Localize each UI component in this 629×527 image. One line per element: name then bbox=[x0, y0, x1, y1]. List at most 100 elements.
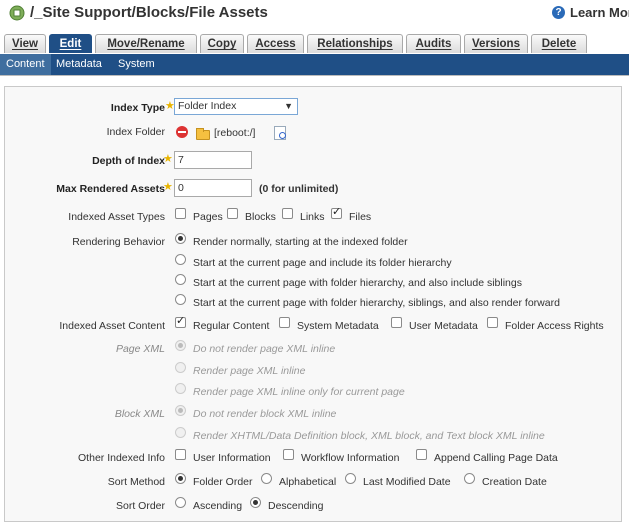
radio-render-block-xml-label: Render XHTML/Data Definition block, XML … bbox=[193, 430, 545, 442]
radio-last-modified-label: Last Modified Date bbox=[363, 476, 451, 488]
checkbox-system-metadata-label: System Metadata bbox=[297, 320, 379, 332]
radio-render-forward[interactable] bbox=[175, 294, 186, 305]
content-form: Index Type ★ Folder Index ▼ Index Folder … bbox=[4, 86, 622, 522]
block-xml-label: Block XML bbox=[114, 408, 165, 420]
asset-types-row: Indexed Asset Types Pages Blocks Links F… bbox=[5, 205, 623, 227]
depth-label: Depth of Index bbox=[92, 155, 165, 167]
radio-include-siblings-label: Start at the current page with folder hi… bbox=[193, 277, 522, 289]
tab-view[interactable]: View bbox=[4, 34, 46, 53]
radio-page-xml-inline[interactable] bbox=[175, 362, 186, 373]
radio-last-modified[interactable] bbox=[345, 473, 356, 484]
radio-folder-order[interactable] bbox=[175, 473, 186, 484]
required-star-icon: ★ bbox=[163, 181, 173, 193]
radio-page-xml-inline-label: Render page XML inline bbox=[193, 365, 306, 377]
radio-alphabetical-label: Alphabetical bbox=[279, 476, 337, 488]
radio-descending-label: Descending bbox=[268, 500, 324, 512]
sort-order-label: Sort Order bbox=[115, 500, 165, 512]
checkbox-files[interactable] bbox=[331, 205, 342, 219]
radio-render-block-xml[interactable] bbox=[175, 427, 186, 438]
tab-access[interactable]: Access bbox=[247, 34, 304, 53]
radio-creation-date[interactable] bbox=[464, 473, 475, 484]
block-icon bbox=[9, 5, 25, 21]
checkbox-workflow-information[interactable] bbox=[283, 449, 294, 460]
checkbox-links[interactable] bbox=[282, 208, 293, 219]
rendering-behavior-label: Rendering Behavior bbox=[72, 236, 165, 248]
sort-order-row: Sort Order Ascending Descending bbox=[5, 496, 623, 516]
other-info-label: Other Indexed Info bbox=[78, 452, 165, 464]
sort-method-label: Sort Method bbox=[107, 476, 165, 488]
checkbox-user-information[interactable] bbox=[175, 449, 186, 460]
page-title: /_Site Support/Blocks/File Assets bbox=[30, 4, 268, 21]
tab-audits[interactable]: Audits bbox=[406, 34, 461, 53]
remove-icon[interactable] bbox=[176, 126, 188, 138]
checkbox-pages-label: Pages bbox=[193, 211, 223, 223]
index-type-select[interactable]: Folder Index ▼ bbox=[174, 98, 298, 115]
rendering-behavior-row: Start at the current page with folder hi… bbox=[5, 293, 623, 313]
radio-page-xml-current[interactable] bbox=[175, 383, 186, 394]
tab-move-rename[interactable]: Move/Rename bbox=[95, 34, 197, 53]
page-xml-row: Page XML Do not render page XML inline bbox=[5, 339, 623, 359]
checkbox-user-information-label: User Information bbox=[193, 452, 271, 464]
tab-versions[interactable]: Versions bbox=[464, 34, 528, 53]
radio-descending[interactable] bbox=[250, 497, 261, 508]
tab-relationships[interactable]: Relationships bbox=[307, 34, 403, 53]
help-icon[interactable]: ? bbox=[552, 6, 565, 19]
tab-edit[interactable]: Edit bbox=[49, 34, 92, 53]
page-xml-row: Render page XML inline only for current … bbox=[5, 382, 623, 402]
radio-no-block-xml[interactable] bbox=[175, 405, 186, 416]
subtab-content[interactable]: Content bbox=[0, 54, 51, 75]
checkbox-files-label: Files bbox=[349, 211, 372, 223]
block-xml-row: Render XHTML/Data Definition block, XML … bbox=[5, 426, 623, 446]
checkbox-regular-content-label: Regular Content bbox=[193, 320, 270, 332]
subtab-metadata[interactable]: Metadata bbox=[50, 54, 108, 75]
radio-creation-date-label: Creation Date bbox=[482, 476, 547, 488]
block-xml-row: Block XML Do not render block XML inline bbox=[5, 404, 623, 424]
subtab-system[interactable]: System bbox=[112, 54, 161, 75]
depth-row: Depth of Index ★ 7 bbox=[5, 151, 623, 171]
divider bbox=[0, 75, 629, 76]
page-xml-label: Page XML bbox=[115, 343, 165, 355]
page-xml-row: Render page XML inline bbox=[5, 361, 623, 381]
chevron-down-icon: ▼ bbox=[284, 101, 293, 111]
tab-copy[interactable]: Copy bbox=[200, 34, 244, 53]
required-star-icon: ★ bbox=[163, 153, 173, 165]
index-folder-row: Index Folder [reboot:/] bbox=[5, 123, 623, 143]
checkbox-pages[interactable] bbox=[175, 208, 186, 219]
checkbox-append-calling-page[interactable] bbox=[416, 449, 427, 460]
rendering-behavior-row: Start at the current page with folder hi… bbox=[5, 273, 623, 293]
radio-ascending[interactable] bbox=[175, 497, 186, 508]
depth-input[interactable]: 7 bbox=[174, 151, 252, 169]
radio-ascending-label: Ascending bbox=[193, 500, 243, 512]
radio-include-siblings[interactable] bbox=[175, 274, 186, 285]
max-assets-hint: (0 for unlimited) bbox=[259, 183, 339, 195]
checkbox-blocks[interactable] bbox=[227, 208, 238, 219]
checkbox-regular-content[interactable] bbox=[175, 314, 186, 328]
subtab-bar: Content Metadata System bbox=[0, 54, 629, 75]
checkbox-links-label: Links bbox=[300, 211, 325, 223]
index-folder-label: Index Folder bbox=[106, 126, 165, 138]
radio-alphabetical[interactable] bbox=[261, 473, 272, 484]
checkbox-user-metadata-label: User Metadata bbox=[409, 320, 478, 332]
asset-content-row: Indexed Asset Content Regular Content Sy… bbox=[5, 314, 623, 336]
learn-more-link[interactable]: Learn Mor bbox=[570, 5, 629, 20]
radio-page-xml-current-label: Render page XML inline only for current … bbox=[193, 386, 405, 398]
checkbox-user-metadata[interactable] bbox=[391, 317, 402, 328]
rendering-behavior-row: Rendering Behavior Render normally, star… bbox=[5, 232, 623, 252]
radio-current-page-hierarchy[interactable] bbox=[175, 254, 186, 265]
folder-icon bbox=[196, 128, 210, 140]
radio-no-page-xml-label: Do not render page XML inline bbox=[193, 343, 336, 355]
max-assets-label: Max Rendered Assets bbox=[56, 183, 165, 195]
index-type-row: Index Type ★ Folder Index ▼ bbox=[5, 98, 623, 118]
checkbox-system-metadata[interactable] bbox=[279, 317, 290, 328]
tab-delete[interactable]: Delete bbox=[531, 34, 587, 53]
sort-method-row: Sort Method Folder Order Alphabetical La… bbox=[5, 472, 623, 492]
radio-render-normally[interactable] bbox=[175, 233, 186, 244]
checkbox-blocks-label: Blocks bbox=[245, 211, 276, 223]
radio-folder-order-label: Folder Order bbox=[193, 476, 253, 488]
radio-no-page-xml[interactable] bbox=[175, 340, 186, 351]
browse-icon[interactable] bbox=[274, 126, 286, 140]
max-assets-input[interactable]: 0 bbox=[174, 179, 252, 197]
checkbox-folder-access-rights[interactable] bbox=[487, 317, 498, 328]
rendering-behavior-row: Start at the current page and include it… bbox=[5, 253, 623, 273]
checkbox-folder-access-rights-label: Folder Access Rights bbox=[505, 320, 604, 332]
